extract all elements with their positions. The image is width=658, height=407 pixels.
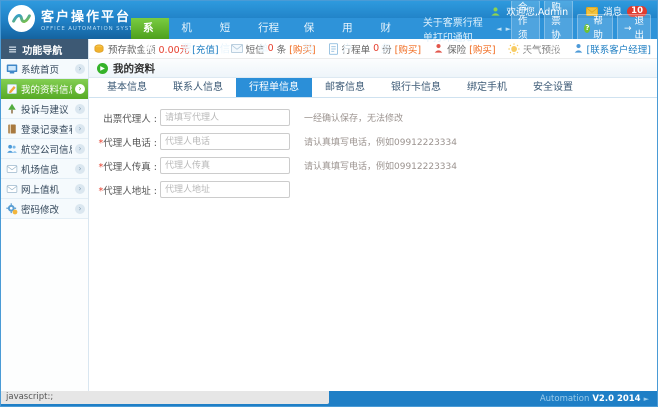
contact-manager-link[interactable]: [联系客户经理] <box>587 42 651 56</box>
edit-icon <box>6 83 18 95</box>
agent-name-input[interactable] <box>160 109 290 126</box>
nav-tab-finance[interactable]: 财务 <box>368 18 406 39</box>
book-icon <box>6 123 18 135</box>
mail-icon <box>6 163 18 175</box>
gear-icon <box>6 203 18 215</box>
nav-tab-tickets[interactable]: 机票 <box>169 18 207 39</box>
sidebar-item-login-records[interactable]: 登录记录查看 › <box>1 119 88 139</box>
itinerary-count: 0 <box>373 43 379 54</box>
version-number: V2.0 2014 <box>592 394 640 404</box>
tab-bank-card-info[interactable]: 银行卡信息 <box>378 78 454 97</box>
chevron-right-icon: › <box>75 124 85 134</box>
sidebar-item-my-profile[interactable]: 我的资料信息 › <box>1 79 88 99</box>
sidebar: ≡ 功能导航 系统首页 › 我的资料信息 › 投诉与建议 › 登录记录查看 <box>1 39 89 391</box>
agent-fax-input[interactable] <box>160 157 290 174</box>
coins-icon <box>93 43 105 55</box>
agent-name-hint: 一经确认保存，无法修改 <box>304 111 403 124</box>
nav-tab-insurance[interactable]: 保险 <box>292 18 330 39</box>
chevron-right-icon: › <box>75 164 85 174</box>
sms-envelope-icon <box>231 44 243 53</box>
recharge-link[interactable]: [充值] <box>192 42 218 56</box>
form-row: *代理人地址 : <box>89 181 657 198</box>
version-arrow-icon: ► <box>644 395 649 403</box>
agent-phone-input[interactable] <box>160 133 290 150</box>
app-window: 客户操作平台 OFFICE AUTOMATION SYSTEM 欢迎您,Admi… <box>0 0 658 407</box>
insurance-label: 保险 <box>447 42 466 56</box>
main-nav: 系统 机票 短信 行程单 保险 用户 财务 关于客票行程单打印通知 ◄ ► 合作… <box>131 18 657 39</box>
monitor-icon <box>6 63 18 75</box>
notice-prev-icon[interactable]: ◄ <box>496 25 501 33</box>
tab-basic-info[interactable]: 基本信息 <box>94 78 160 97</box>
itinerary-buy-link[interactable]: [购买] <box>395 42 421 56</box>
help-icon: ? <box>584 24 590 33</box>
top-header: 客户操作平台 OFFICE AUTOMATION SYSTEM 欢迎您,Admi… <box>1 1 657 39</box>
nav-tab-system[interactable]: 系统 <box>131 18 169 39</box>
agent-phone-hint: 请认真填写电话，例如09912223334 <box>304 135 457 148</box>
agent-fax-hint: 请认真填写电话，例如09912223334 <box>304 159 457 172</box>
chevron-right-icon: › <box>75 64 85 74</box>
logout-button[interactable]: →退出 <box>617 14 651 44</box>
users-icon <box>6 143 18 155</box>
tree-icon <box>6 103 18 115</box>
sidebar-header: ≡ 功能导航 <box>1 39 88 59</box>
agent-address-label: 代理人地址 : <box>103 186 157 197</box>
tab-bind-phone[interactable]: 绑定手机 <box>454 78 520 97</box>
page-title: 我的资料 <box>113 61 155 76</box>
sidebar-item-home[interactable]: 系统首页 › <box>1 59 88 79</box>
chevron-right-icon: › <box>75 144 85 154</box>
form-row: 出票代理人 : 一经确认保存，无法修改 <box>89 109 657 126</box>
contact-person-icon <box>573 43 584 54</box>
help-button[interactable]: ?帮助 <box>577 14 613 44</box>
footer-bar: javascript:; Automation V2.0 2014 ► <box>1 391 657 406</box>
nav-tab-itinerary[interactable]: 行程单 <box>246 18 292 39</box>
insurance-person-icon <box>433 43 444 54</box>
content-header: ▶ 我的资料 <box>89 59 657 78</box>
chevron-right-icon: › <box>75 184 85 194</box>
chevron-right-icon: › <box>75 204 85 214</box>
sidebar-item-online-checkin[interactable]: 网上值机 › <box>1 179 88 199</box>
sidebar-item-airlines[interactable]: 航空公司信息 › <box>1 139 88 159</box>
tab-itinerary-info[interactable]: 行程单信息 <box>236 78 312 97</box>
browser-status-text: javascript:; <box>1 391 329 404</box>
exit-icon: → <box>624 22 632 36</box>
insurance-buy-link[interactable]: [购买] <box>469 42 495 56</box>
sidebar-item-airports[interactable]: 机场信息 › <box>1 159 88 179</box>
agent-name-label: 出票代理人 : <box>103 114 157 125</box>
section-play-icon: ▶ <box>97 63 108 74</box>
sidebar-title: 功能导航 <box>22 42 62 57</box>
menu-icon: ≡ <box>8 43 17 56</box>
tab-contact-info[interactable]: 联系人信息 <box>160 78 236 97</box>
agent-address-input[interactable] <box>160 181 290 198</box>
sidebar-item-change-password[interactable]: 密码修改 › <box>1 199 88 219</box>
sms-unit: 条 <box>277 42 287 56</box>
tab-security-settings[interactable]: 安全设置 <box>520 78 586 97</box>
chevron-right-icon: › <box>75 84 85 94</box>
chevron-right-icon: › <box>75 104 85 114</box>
cooperation-notice-button[interactable]: 合作须知 <box>511 0 540 58</box>
version-prefix: Automation <box>540 394 590 404</box>
profile-tabs: 基本信息 联系人信息 行程单信息 邮寄信息 银行卡信息 绑定手机 安全设置 <box>89 78 657 98</box>
ticket-agreement-button[interactable]: 购票协议 <box>544 0 573 58</box>
form-row: *代理人电话 : 请认真填写电话，例如09912223334 <box>89 133 657 150</box>
tab-mailing-info[interactable]: 邮寄信息 <box>312 78 378 97</box>
itinerary-agent-form: 出票代理人 : 一经确认保存，无法修改 *代理人电话 : 请认真填写电话，例如0… <box>89 98 657 391</box>
sidebar-item-feedback[interactable]: 投诉与建议 › <box>1 99 88 119</box>
document-icon <box>328 43 339 55</box>
mail-icon <box>6 183 18 195</box>
notice-text[interactable]: 关于客票行程单打印通知 <box>423 14 492 44</box>
nav-tab-users[interactable]: 用户 <box>330 18 368 39</box>
app-subtitle: OFFICE AUTOMATION SYSTEM <box>41 25 143 31</box>
nav-tab-sms[interactable]: 短信 <box>208 18 246 39</box>
form-row: *代理人传真 : 请认真填写电话，例如09912223334 <box>89 157 657 174</box>
agent-fax-label: 代理人传真 : <box>103 162 157 173</box>
agent-phone-label: 代理人电话 : <box>103 138 157 149</box>
logo-swirl-icon <box>8 5 35 32</box>
